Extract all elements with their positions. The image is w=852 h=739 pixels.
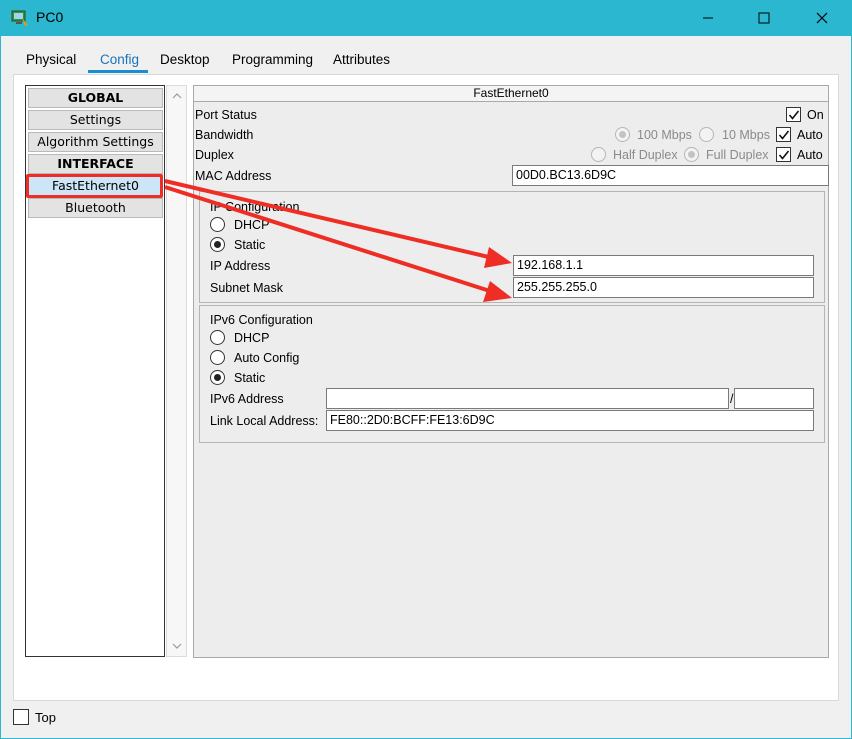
bandwidth-10-label: 10 Mbps bbox=[722, 128, 770, 142]
interface-panel: FastEthernet0 Port Status On Bandwidth 1… bbox=[193, 85, 829, 658]
bandwidth-100-label: 100 Mbps bbox=[637, 128, 692, 142]
mac-address-field[interactable]: 00D0.BC13.6D9C bbox=[512, 165, 829, 186]
ipv6-dhcp-label: DHCP bbox=[234, 331, 270, 345]
window-title: PC0 bbox=[36, 9, 64, 25]
maximize-button[interactable] bbox=[736, 0, 792, 36]
bandwidth-label: Bandwidth bbox=[195, 128, 254, 142]
ip-address-field[interactable]: 192.168.1.1 bbox=[513, 255, 814, 276]
ip-configuration-group: IP Configuration DHCP Static IP Address … bbox=[199, 191, 825, 303]
checkmark-icon bbox=[778, 150, 790, 160]
ipv4-dhcp-label: DHCP bbox=[234, 218, 270, 232]
ipv4-static-radio[interactable] bbox=[210, 237, 225, 252]
link-local-address-field[interactable]: FE80::2D0:BCFF:FE13:6D9C bbox=[326, 410, 814, 431]
full-duplex-label: Full Duplex bbox=[706, 148, 769, 162]
checkmark-icon bbox=[778, 130, 790, 140]
bandwidth-auto-label: Auto bbox=[797, 128, 823, 142]
close-button[interactable] bbox=[794, 0, 850, 36]
subnet-mask-label: Subnet Mask bbox=[210, 281, 283, 295]
maximize-icon bbox=[758, 12, 770, 24]
ip-configuration-title: IP Configuration bbox=[210, 200, 300, 214]
sidebar-header-interface: INTERFACE bbox=[28, 154, 163, 174]
chevron-down-icon[interactable] bbox=[171, 640, 183, 652]
ip-address-label: IP Address bbox=[210, 259, 271, 273]
top-checkbox-label: Top bbox=[35, 710, 56, 725]
ipv6-configuration-title: IPv6 Configuration bbox=[210, 313, 313, 327]
config-sidebar: GLOBAL Settings Algorithm Settings INTER… bbox=[25, 85, 165, 657]
ipv6-address-label: IPv6 Address bbox=[210, 392, 284, 406]
port-status-checkbox[interactable] bbox=[786, 107, 801, 122]
bandwidth-auto-checkbox[interactable] bbox=[776, 127, 791, 142]
duplex-auto-checkbox[interactable] bbox=[776, 147, 791, 162]
bandwidth-100-radio[interactable] bbox=[615, 127, 630, 142]
ipv4-dhcp-radio[interactable] bbox=[210, 217, 225, 232]
pc-app-icon bbox=[11, 10, 28, 26]
annotation-highlight-box bbox=[26, 174, 163, 198]
mac-address-label: MAC Address bbox=[195, 169, 272, 183]
close-icon bbox=[816, 12, 828, 24]
tab-attributes[interactable]: Attributes bbox=[333, 52, 390, 74]
sidebar-item-settings[interactable]: Settings bbox=[28, 110, 163, 130]
minimize-icon bbox=[703, 17, 713, 19]
checkmark-icon bbox=[788, 110, 800, 120]
panel-title: FastEthernet0 bbox=[194, 86, 828, 102]
tab-physical[interactable]: Physical bbox=[26, 52, 76, 74]
ipv4-static-label: Static bbox=[234, 238, 266, 252]
ipv6-prefix-field[interactable] bbox=[734, 388, 814, 409]
sidebar-scrollbar[interactable] bbox=[166, 85, 187, 657]
sidebar-header-global: GLOBAL bbox=[28, 88, 163, 108]
active-tab-indicator bbox=[88, 70, 148, 73]
ipv6-address-field[interactable] bbox=[326, 388, 729, 409]
half-duplex-label: Half Duplex bbox=[613, 148, 678, 162]
tab-desktop[interactable]: Desktop bbox=[160, 52, 210, 74]
ipv6-auto-config-label: Auto Config bbox=[234, 351, 300, 365]
sidebar-item-bluetooth[interactable]: Bluetooth bbox=[28, 198, 163, 218]
minimize-button[interactable] bbox=[680, 0, 736, 36]
sidebar-item-algorithm-settings[interactable]: Algorithm Settings bbox=[28, 132, 163, 152]
duplex-label: Duplex bbox=[195, 148, 234, 162]
ipv6-prefix-separator: / bbox=[730, 392, 734, 406]
ipv6-dhcp-radio[interactable] bbox=[210, 330, 225, 345]
subnet-mask-field[interactable]: 255.255.255.0 bbox=[513, 277, 814, 298]
link-local-address-label: Link Local Address: bbox=[210, 414, 319, 428]
duplex-auto-label: Auto bbox=[797, 148, 823, 162]
ipv6-auto-config-radio[interactable] bbox=[210, 350, 225, 365]
title-bar: PC0 bbox=[0, 0, 852, 36]
top-checkbox[interactable] bbox=[13, 709, 29, 725]
port-status-label: Port Status bbox=[195, 108, 257, 122]
full-duplex-radio[interactable] bbox=[684, 147, 699, 162]
port-status-on-label: On bbox=[807, 108, 824, 122]
chevron-up-icon[interactable] bbox=[171, 90, 183, 102]
bandwidth-10-radio[interactable] bbox=[699, 127, 714, 142]
half-duplex-radio[interactable] bbox=[591, 147, 606, 162]
ipv6-configuration-group: IPv6 Configuration DHCP Auto Config Stat… bbox=[199, 305, 825, 443]
tab-programming[interactable]: Programming bbox=[232, 52, 313, 74]
ipv6-static-radio[interactable] bbox=[210, 370, 225, 385]
ipv6-static-label: Static bbox=[234, 371, 266, 385]
